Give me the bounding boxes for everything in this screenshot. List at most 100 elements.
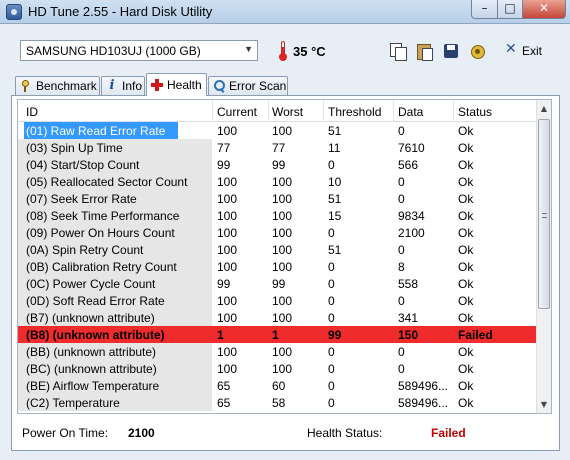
cell-status: Ok <box>458 226 474 240</box>
cell-current: 99 <box>217 277 231 291</box>
table-row[interactable]: (0D) Soft Read Error Rate 100 100 0 0 Ok <box>18 292 538 309</box>
cell-data: 2100 <box>398 226 425 240</box>
cell-id: (B8) (unknown attribute) <box>26 328 165 342</box>
tab-benchmark[interactable]: Benchmark <box>15 76 100 95</box>
cell-id: (01) Raw Read Error Rate <box>26 124 166 138</box>
options-icon[interactable] <box>469 42 487 60</box>
column-header-status[interactable]: Status <box>458 105 492 119</box>
table-row[interactable]: (0A) Spin Retry Count 100 100 51 0 Ok <box>18 241 538 258</box>
cell-status: Ok <box>458 124 474 138</box>
cell-data: 0 <box>398 345 405 359</box>
tab-info[interactable]: i Info <box>101 76 145 95</box>
cell-id: (03) Spin Up Time <box>26 141 123 155</box>
cell-status: Ok <box>458 362 474 376</box>
cell-status: Ok <box>458 141 474 155</box>
cell-current: 100 <box>217 345 238 359</box>
scroll-up-icon[interactable]: ▲ <box>537 100 551 117</box>
cell-data: 589496... <box>398 379 449 393</box>
table-row[interactable]: (04) Start/Stop Count 99 99 0 566 Ok <box>18 156 538 173</box>
minimize-button[interactable]: – <box>471 0 498 19</box>
app-icon <box>6 4 22 20</box>
cell-current: 99 <box>217 158 231 172</box>
cell-threshold: 0 <box>328 277 335 291</box>
power-on-time-value: 2100 <box>128 426 155 440</box>
cell-data: 0 <box>398 192 405 206</box>
cell-status: Failed <box>458 328 493 342</box>
column-header-current[interactable]: Current <box>217 105 257 119</box>
error-scan-icon <box>213 79 225 93</box>
cell-data: 566 <box>398 158 419 172</box>
cell-data: 341 <box>398 311 419 325</box>
cell-threshold: 0 <box>328 345 335 359</box>
cell-worst: 100 <box>272 311 293 325</box>
table-row[interactable]: (BB) (unknown attribute) 100 100 0 0 Ok <box>18 343 538 360</box>
title-bar: HD Tune 2.55 - Hard Disk Utility – □ ✕ <box>0 0 570 24</box>
cell-data: 7610 <box>398 141 425 155</box>
column-header-threshold[interactable]: Threshold <box>328 105 381 119</box>
cell-current: 100 <box>217 311 238 325</box>
cell-worst: 100 <box>272 192 293 206</box>
cell-status: Ok <box>458 345 474 359</box>
cell-worst: 77 <box>272 141 286 155</box>
table-row[interactable]: (0C) Power Cycle Count 99 99 0 558 Ok <box>18 275 538 292</box>
vertical-scrollbar[interactable]: ▲ ▼ <box>536 100 551 413</box>
column-header-id[interactable]: ID <box>26 105 38 119</box>
cell-data: 589496... <box>398 396 449 410</box>
tab-error-scan[interactable]: Error Scan <box>208 76 288 95</box>
cell-worst: 100 <box>272 124 293 138</box>
cell-worst: 1 <box>272 328 279 342</box>
cell-data: 0 <box>398 175 405 189</box>
table-row[interactable]: (B7) (unknown attribute) 100 100 0 341 Ok <box>18 309 538 326</box>
cell-id: (05) Reallocated Sector Count <box>26 175 188 189</box>
cell-current: 100 <box>217 260 238 274</box>
exit-button[interactable]: ✕ Exit <box>505 41 545 61</box>
column-header-data[interactable]: Data <box>398 105 423 119</box>
cell-id: (09) Power On Hours Count <box>26 226 175 240</box>
tab-label: Benchmark <box>36 79 97 93</box>
table-row[interactable]: (09) Power On Hours Count 100 100 0 2100 Ok <box>18 224 538 241</box>
table-row[interactable]: (BC) (unknown attribute) 100 100 0 0 Ok <box>18 360 538 377</box>
cell-worst: 60 <box>272 379 286 393</box>
cell-threshold: 0 <box>328 362 335 376</box>
table-row[interactable]: (B8) (unknown attribute) 1 1 99 150 Failed <box>18 326 538 343</box>
cell-current: 100 <box>217 192 238 206</box>
smart-table[interactable]: ID Current Worst Threshold Data Status (… <box>17 99 552 414</box>
table-row[interactable]: (01) Raw Read Error Rate 100 100 51 0 Ok <box>18 122 538 139</box>
health-status-value: Failed <box>431 426 466 440</box>
maximize-button[interactable]: □ <box>497 0 523 19</box>
cell-status: Ok <box>458 311 474 325</box>
cell-worst: 99 <box>272 158 286 172</box>
table-row[interactable]: (03) Spin Up Time 77 77 11 7610 Ok <box>18 139 538 156</box>
scroll-down-icon[interactable]: ▼ <box>537 396 551 413</box>
tab-label: Info <box>122 79 143 93</box>
close-button[interactable]: ✕ <box>522 0 566 19</box>
cell-threshold: 0 <box>328 379 335 393</box>
cell-id: (0A) Spin Retry Count <box>26 243 144 257</box>
cell-id: (BC) (unknown attribute) <box>26 362 157 376</box>
table-row[interactable]: (07) Seek Error Rate 100 100 51 0 Ok <box>18 190 538 207</box>
cell-data: 558 <box>398 277 419 291</box>
save-icon[interactable] <box>442 42 460 60</box>
drive-select[interactable]: SAMSUNG HD103UJ (1000 GB) ▼ <box>20 40 258 61</box>
scroll-thumb[interactable] <box>538 119 550 309</box>
cell-current: 100 <box>217 226 238 240</box>
column-header-worst[interactable]: Worst <box>272 105 303 119</box>
cell-threshold: 0 <box>328 226 335 240</box>
table-row[interactable]: (05) Reallocated Sector Count 100 100 10 0 Ok <box>18 173 538 190</box>
cell-status: Ok <box>458 379 474 393</box>
tab-health[interactable]: Health <box>146 73 207 96</box>
table-row[interactable]: (BE) Airflow Temperature 65 60 0 589496... Ok <box>18 377 538 394</box>
table-row[interactable]: (08) Seek Time Performance 100 100 15 9834 Ok <box>18 207 538 224</box>
tab-label: Health <box>167 78 202 92</box>
paste-icon[interactable] <box>415 42 433 61</box>
cell-id: (BE) Airflow Temperature <box>26 379 160 393</box>
copy-icon[interactable] <box>389 42 407 61</box>
table-row[interactable]: (C2) Temperature 65 58 0 589496... Ok <box>18 394 538 411</box>
cell-current: 1 <box>217 328 224 342</box>
window-title: HD Tune 2.55 - Hard Disk Utility <box>28 4 213 19</box>
cell-status: Ok <box>458 158 474 172</box>
cell-threshold: 51 <box>328 192 342 206</box>
cell-status: Ok <box>458 277 474 291</box>
table-row[interactable]: (0B) Calibration Retry Count 100 100 0 8 Ok <box>18 258 538 275</box>
cell-current: 100 <box>217 209 238 223</box>
